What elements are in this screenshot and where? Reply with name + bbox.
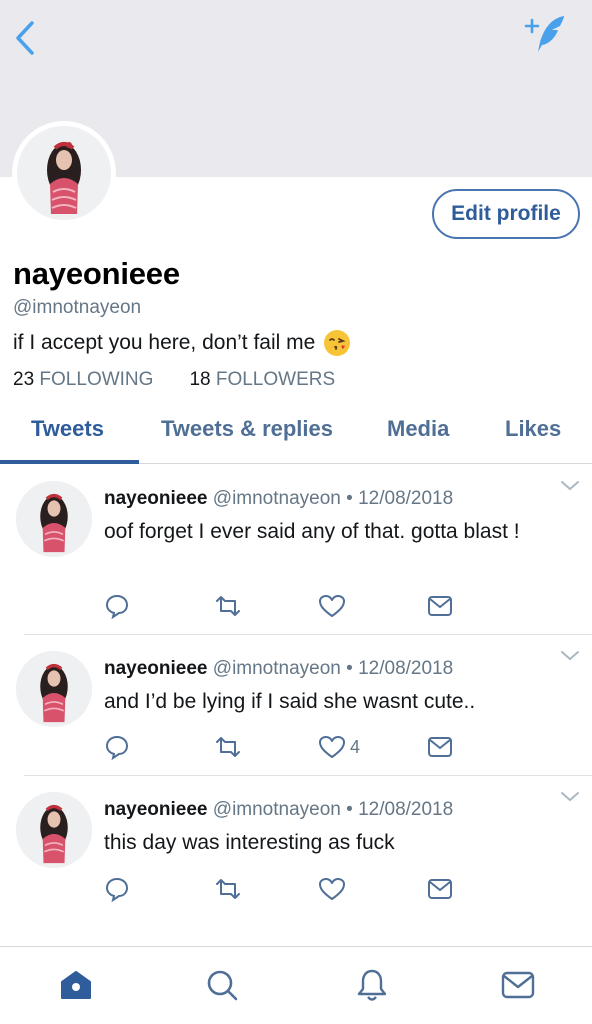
back-button[interactable] bbox=[10, 18, 40, 58]
retweet-icon bbox=[216, 879, 240, 899]
following-link[interactable]: 23 FOLLOWING bbox=[13, 369, 153, 391]
reply-icon bbox=[105, 877, 129, 902]
like-heart-icon bbox=[319, 595, 345, 617]
like-heart-icon bbox=[319, 878, 345, 900]
retweet-button[interactable] bbox=[214, 874, 242, 904]
direct-message-button[interactable] bbox=[426, 732, 454, 762]
direct-message-icon bbox=[428, 879, 452, 899]
like-button[interactable]: 4 bbox=[318, 732, 360, 762]
tweet-date: 12/08/2018 bbox=[358, 488, 454, 509]
tweet-date: 12/08/2018 bbox=[358, 799, 454, 820]
chevron-down-icon[interactable] bbox=[560, 650, 580, 662]
avatar-photo bbox=[16, 651, 92, 727]
retweet-button[interactable] bbox=[214, 591, 242, 621]
tweet-header: nayeonieee @imnotnayeon • 12/08/2018 bbox=[104, 658, 453, 680]
like-button[interactable] bbox=[318, 591, 350, 621]
compose-tweet-icon bbox=[524, 16, 564, 52]
tweet-actions bbox=[104, 591, 464, 621]
avatar-photo bbox=[16, 481, 92, 557]
tab-media[interactable]: Media bbox=[387, 416, 449, 442]
edit-profile-button[interactable]: Edit profile bbox=[432, 189, 580, 239]
tweet-text: oof forget I ever said any of that. gott… bbox=[104, 520, 520, 543]
tweet-header: nayeonieee @imnotnayeon • 12/08/2018 bbox=[104, 799, 453, 821]
followers-link[interactable]: 18 FOLLOWERS bbox=[189, 369, 335, 391]
tweet-text: this day was interesting as fuck bbox=[104, 831, 395, 854]
like-count: 4 bbox=[350, 736, 361, 757]
direct-message-button[interactable] bbox=[426, 591, 454, 621]
tweet-author-handle: @imnotnayeon bbox=[212, 799, 341, 820]
face-blowing-kiss-emoji bbox=[324, 330, 351, 356]
bio-text: if I accept you here, don’t fail me bbox=[13, 331, 316, 354]
reply-button[interactable] bbox=[104, 591, 130, 621]
bottom-navigation bbox=[0, 946, 592, 1024]
tweet-item[interactable]: nayeonieee @imnotnayeon • 12/08/2018 oof… bbox=[0, 464, 592, 634]
home-icon bbox=[61, 971, 91, 999]
profile-handle: @imnotnayeon bbox=[13, 297, 142, 318]
tweet-avatar[interactable] bbox=[16, 481, 92, 557]
compose-tweet-button[interactable] bbox=[524, 12, 572, 56]
reply-button[interactable] bbox=[104, 874, 130, 904]
tab-likes[interactable]: Likes bbox=[505, 416, 561, 442]
search-icon bbox=[207, 970, 238, 1001]
tweet-author-handle: @imnotnayeon bbox=[212, 658, 341, 679]
reply-icon bbox=[105, 735, 129, 760]
profile-tabs: Tweets Tweets & replies Media Likes bbox=[0, 406, 592, 464]
chevron-down-icon[interactable] bbox=[560, 480, 580, 492]
avatar-photo bbox=[16, 792, 92, 868]
nav-search[interactable] bbox=[202, 965, 242, 1005]
notifications-bell-icon bbox=[357, 969, 387, 1001]
tweet-actions bbox=[104, 874, 464, 904]
reply-icon bbox=[105, 594, 129, 619]
followers-count: 18 bbox=[189, 369, 211, 390]
following-count: 23 bbox=[13, 369, 35, 390]
direct-message-button[interactable] bbox=[426, 874, 454, 904]
tweet-separator: • bbox=[346, 658, 353, 679]
direct-message-icon bbox=[428, 596, 452, 616]
retweet-icon bbox=[216, 737, 240, 757]
direct-message-icon bbox=[428, 737, 452, 757]
tweet-item[interactable]: nayeonieee @imnotnayeon • 12/08/2018 and… bbox=[0, 635, 592, 775]
messages-envelope-icon bbox=[501, 971, 535, 999]
avatar-photo bbox=[17, 126, 111, 220]
retweet-icon bbox=[216, 596, 240, 616]
tweet-author-name: nayeonieee bbox=[104, 799, 208, 820]
tweet-separator: • bbox=[346, 488, 353, 509]
tweet-author-name: nayeonieee bbox=[104, 488, 208, 509]
tweet-text: and I’d be lying if I said she wasnt cut… bbox=[104, 690, 476, 713]
nav-home[interactable] bbox=[56, 965, 96, 1005]
profile-display-name: nayeonieee bbox=[13, 256, 180, 291]
chevron-down-icon[interactable] bbox=[560, 791, 580, 803]
tab-tweets-and-replies[interactable]: Tweets & replies bbox=[161, 416, 333, 442]
tweet-actions: 4 bbox=[104, 732, 464, 762]
tweet-separator: • bbox=[346, 799, 353, 820]
profile-avatar[interactable] bbox=[12, 121, 116, 225]
tab-tweets[interactable]: Tweets bbox=[31, 416, 104, 442]
profile-stats: 23 FOLLOWING 18 FOLLOWERS bbox=[13, 369, 335, 391]
followers-label: FOLLOWERS bbox=[215, 369, 336, 390]
tweet-avatar[interactable] bbox=[16, 792, 92, 868]
tweet-date: 12/08/2018 bbox=[358, 658, 454, 679]
tweet-author-name: nayeonieee bbox=[104, 658, 208, 679]
nav-messages[interactable] bbox=[498, 965, 538, 1005]
nav-notifications[interactable] bbox=[352, 965, 392, 1005]
reply-button[interactable] bbox=[104, 732, 130, 762]
following-label: FOLLOWING bbox=[39, 369, 154, 390]
retweet-button[interactable] bbox=[214, 732, 242, 762]
tweet-header: nayeonieee @imnotnayeon • 12/08/2018 bbox=[104, 488, 453, 510]
tweet-item[interactable]: nayeonieee @imnotnayeon • 12/08/2018 thi… bbox=[0, 776, 592, 936]
tweet-avatar[interactable] bbox=[16, 651, 92, 727]
tweet-author-handle: @imnotnayeon bbox=[212, 488, 341, 509]
like-button[interactable] bbox=[318, 874, 350, 904]
profile-bio: if I accept you here, don’t fail me bbox=[13, 329, 351, 357]
chevron-left-icon bbox=[16, 21, 34, 55]
like-heart-icon bbox=[319, 736, 345, 758]
